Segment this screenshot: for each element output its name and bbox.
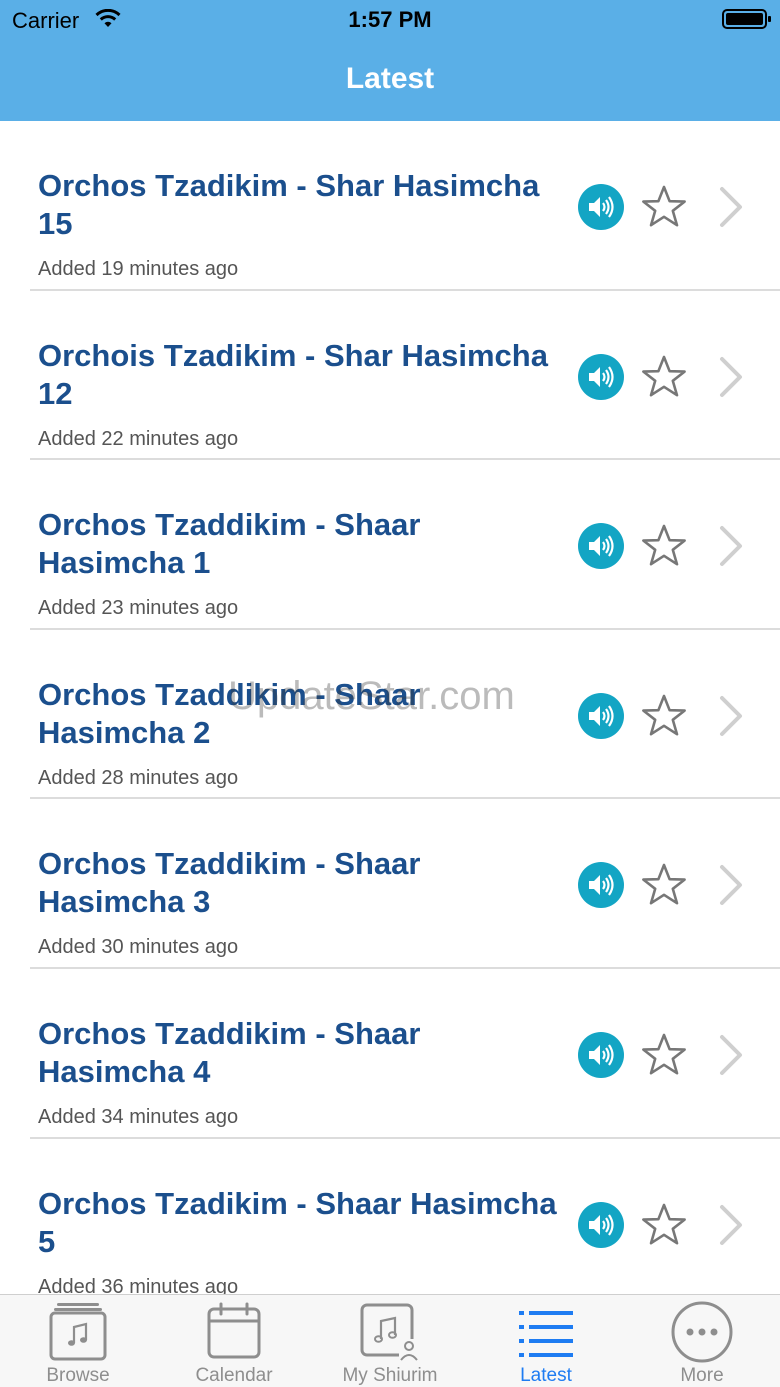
list-item[interactable]: Orchos Tzaddikim - Shaar Hasimcha 4 Adde… xyxy=(0,969,780,1139)
item-added-time: Added 30 minutes ago xyxy=(38,936,239,959)
nav-header: Carrier 1:57 PM Latest xyxy=(0,0,780,121)
item-title: Orchos Tzadikim - Shar Hasimcha 15 xyxy=(38,168,540,241)
speaker-icon[interactable] xyxy=(578,692,624,739)
item-title: Orchos Tzadikim - Shaar Hasimcha 5 xyxy=(38,1185,557,1259)
chevron-right-icon[interactable] xyxy=(716,863,746,907)
music-person-icon xyxy=(360,1303,419,1361)
tab-label: Browse xyxy=(46,1365,110,1386)
item-title: Orchos Tzaddikim - Shaar Hasimcha 3 xyxy=(38,846,421,920)
speaker-icon[interactable] xyxy=(578,1031,624,1078)
tab-label: More xyxy=(680,1365,724,1386)
list-item[interactable]: Orchos Tzaddikim - Shaar Hasimcha 1 Adde… xyxy=(0,460,780,630)
item-title: Orchos Tzaddikim - Shaar Hasimcha 1 xyxy=(38,507,421,581)
star-icon[interactable] xyxy=(640,861,688,909)
item-title: Orchois Tzadikim - Shar Hasimcha 12 xyxy=(38,337,548,411)
speaker-icon[interactable] xyxy=(578,353,624,400)
chevron-right-icon[interactable] xyxy=(716,524,746,568)
page-title: Latest xyxy=(345,62,435,95)
shiurim-list: Orchos Tzadikim - Shar Hasimcha 15 Added… xyxy=(0,121,780,1294)
item-added-time: Added 19 minutes ago xyxy=(38,258,239,280)
chevron-right-icon[interactable] xyxy=(716,185,746,229)
speaker-icon[interactable] xyxy=(578,184,624,230)
speaker-icon[interactable] xyxy=(578,862,624,909)
chevron-right-icon[interactable] xyxy=(716,694,746,738)
item-added-time: Added 23 minutes ago xyxy=(38,597,239,620)
list-item[interactable]: Orchois Tzadikim - Shar Hasimcha 12 Adde… xyxy=(0,291,780,461)
tab-label: My Shiurim xyxy=(342,1365,438,1386)
item-title: Orchos Tzaddikim - Shaar Hasimcha 4 xyxy=(38,1015,421,1089)
more-icon xyxy=(671,1301,733,1363)
status-bar: Carrier 1:57 PM xyxy=(0,0,780,40)
tab-more[interactable]: More xyxy=(624,1295,780,1387)
star-icon[interactable] xyxy=(640,183,688,231)
tab-latest[interactable]: Latest xyxy=(468,1295,624,1387)
star-icon[interactable] xyxy=(640,1201,688,1249)
calendar-icon xyxy=(207,1302,261,1359)
speaker-icon[interactable] xyxy=(578,523,624,570)
star-icon[interactable] xyxy=(640,522,688,570)
item-title: Orchos Tzaddikim - Shaar Hasimcha 2 xyxy=(38,676,421,750)
list-item[interactable]: Orchos Tzaddikim - Shaar Hasimcha 2 Adde… xyxy=(0,630,780,800)
star-icon[interactable] xyxy=(640,353,688,401)
list-item[interactable]: Orchos Tzaddikim - Shaar Hasimcha 3 Adde… xyxy=(0,799,780,969)
tab-my-shiurim[interactable]: My Shiurim xyxy=(312,1295,468,1387)
tab-calendar[interactable]: Calendar xyxy=(156,1295,312,1387)
tab-label: Calendar xyxy=(195,1365,273,1386)
chevron-right-icon[interactable] xyxy=(716,1203,746,1247)
tab-bar: Browse Calendar My Shiurim Latest More xyxy=(0,1294,780,1387)
music-library-icon xyxy=(49,1303,107,1361)
item-added-time: Added 34 minutes ago xyxy=(38,1105,239,1128)
tab-label: Latest xyxy=(520,1365,572,1386)
list-item[interactable]: Orchos Tzadikim - Shar Hasimcha 15 Added… xyxy=(0,121,780,291)
item-added-time: Added 22 minutes ago xyxy=(38,427,239,450)
item-added-time: Added 28 minutes ago xyxy=(38,766,239,789)
clock-time: 1:57 PM xyxy=(348,7,432,32)
battery-icon xyxy=(722,9,771,29)
star-icon[interactable] xyxy=(640,1031,688,1079)
list-item[interactable]: Orchos Tzadikim - Shaar Hasimcha 5 Added… xyxy=(0,1139,780,1294)
chevron-right-icon[interactable] xyxy=(716,355,746,399)
chevron-right-icon[interactable] xyxy=(716,1033,746,1077)
item-added-time: Added 36 minutes ago xyxy=(38,1275,239,1294)
tab-browse[interactable]: Browse xyxy=(0,1295,156,1387)
star-icon[interactable] xyxy=(640,692,688,740)
list-icon xyxy=(519,1311,573,1357)
speaker-icon[interactable] xyxy=(578,1201,624,1248)
